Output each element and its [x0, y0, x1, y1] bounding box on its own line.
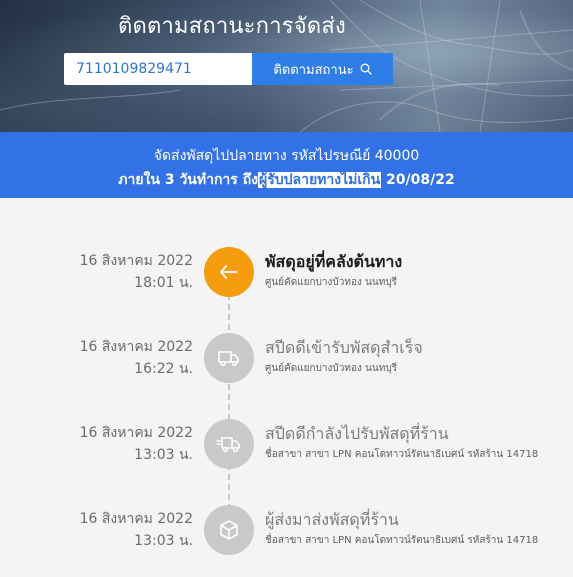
event-date: 16 สิงหาคม 2022	[79, 253, 193, 269]
event-time: 13:03 น.	[134, 533, 193, 549]
delivery-estimate-date: 20/08/22	[381, 172, 455, 188]
tracking-number-input[interactable]	[64, 53, 252, 85]
event-location: ชื่อสาขา สาขา LPN คอนโดทาวน์รัตนาธิเบศน์…	[265, 449, 539, 460]
delivery-destination-text: จัดส่งพัสดุไปปลายทาง รหัสไปรษณีย์ 40000	[153, 148, 420, 164]
event-date: 16 สิงหาคม 2022	[79, 511, 193, 527]
delivery-estimate-prefix: ภายใน 3 วันทำการ ถึง	[118, 172, 259, 188]
delivery-banner: จัดส่งพัสดุไปปลายทาง รหัสไปรษณีย์ 40000 …	[0, 132, 573, 198]
event-title: พัสดุอยู่ที่คลังต้นทาง	[265, 252, 403, 271]
timeline-event: 16 สิงหาคม 2022 16:22 น. สปีดดีเข้ารับพั…	[0, 333, 573, 396]
box-icon	[220, 520, 238, 540]
truck-icon	[218, 351, 239, 367]
timeline-event: 16 สิงหาคม 2022 13:03 น. ผู้ส่งมาส่งพัสด…	[0, 505, 573, 568]
event-date: 16 สิงหาคม 2022	[79, 425, 193, 441]
search-icon	[360, 63, 372, 75]
event-date: 16 สิงหาคม 2022	[79, 339, 193, 355]
event-status-circle	[204, 333, 254, 383]
delivery-estimate-text: ภายใน 3 วันทำการ ถึงผู้รับปลายทางไม่เกิน…	[0, 169, 573, 191]
track-button[interactable]: ติดตามสถานะ	[252, 53, 393, 85]
event-time: 16:22 น.	[134, 361, 193, 377]
event-status-circle	[204, 247, 254, 297]
event-time: 13:03 น.	[134, 447, 193, 463]
timeline-event: 16 สิงหาคม 2022 18:01 น. พัสดุอยู่ที่คลั…	[0, 247, 573, 310]
delivery-estimate-highlight: ผู้รับปลายทางไม่เกิน	[258, 172, 382, 188]
event-title: สปีดดีกำลังไปรับพัสดุที่ร้าน	[265, 424, 449, 443]
tracking-timeline: 16 สิงหาคม 2022 18:01 น. พัสดุอยู่ที่คลั…	[0, 198, 573, 577]
event-status-circle	[204, 419, 254, 469]
event-title: ผู้ส่งมาส่งพัสดุที่ร้าน	[265, 510, 399, 529]
event-location: ศูนย์คัดแยกบางบัวทอง นนทบุรี	[265, 363, 398, 374]
event-status-circle	[204, 505, 254, 555]
track-button-label: ติดตามสถานะ	[273, 62, 354, 78]
arrow-left-icon	[220, 265, 238, 279]
moving-truck-icon	[216, 437, 240, 453]
event-location: ชื่อสาขา สาขา LPN คอนโดทาวน์รัตนาธิเบศน์…	[265, 535, 539, 546]
hero-header: ติดตามสถานะการจัดส่ง ติดตามสถานะ	[0, 0, 573, 132]
timeline-event: 16 สิงหาคม 2022 13:03 น. สปีดดีกำลังไปรั…	[0, 419, 573, 482]
event-time: 18:01 น.	[134, 275, 193, 291]
event-location: ศูนย์คัดแยกบางบัวทอง นนทบุรี	[265, 277, 398, 288]
event-title: สปีดดีเข้ารับพัสดุสำเร็จ	[265, 338, 423, 357]
page-title: ติดตามสถานะการจัดส่ง	[118, 14, 346, 39]
